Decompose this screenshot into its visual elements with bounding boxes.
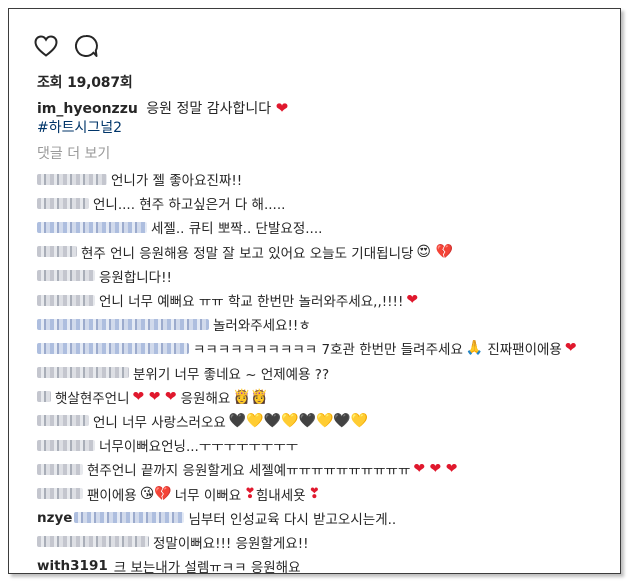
comment-item: 정말이뻐요!!! 응원할게요!! (37, 530, 617, 554)
comment-item: ㅋㅋㅋㅋㅋㅋㅋㅋㅋㅋ 7호관 한번만 들려주세요 🙏 진짜팬이에용 ❤ (37, 336, 617, 360)
heart-exclamation-icon: ❣ (244, 485, 256, 502)
view-count-value: 19,087회 (67, 75, 133, 91)
comment-text: 언니 너무 사랑스러오요 (93, 414, 226, 431)
comment-text: 현주언니 끝까지 응원할게요 세젤예ㅠㅠㅠㅠㅠㅠㅠㅠㅠㅠ (87, 463, 411, 480)
caption-text: 응원 정말 감사합니다 (146, 101, 272, 117)
post-caption: im_hyeonzzu 응원 정말 감사합니다 ❤ (37, 99, 288, 118)
blurred-username[interactable] (37, 318, 209, 330)
comment-item: 놀러와주세요!!ㅎ (37, 312, 617, 336)
heart-eyes-emoji-icon: 😍 💔 (416, 243, 453, 260)
post-frame: 조회 19,087회 im_hyeonzzu 응원 정말 감사합니다 ❤ #하트… (8, 8, 621, 576)
blurred-username[interactable] (37, 342, 189, 354)
red-hearts-icon: ❤ ❤ ❤ (132, 388, 177, 405)
blurred-username[interactable] (37, 270, 95, 282)
blurred-username[interactable] (37, 536, 149, 548)
red-heart-icon: ❤ (564, 340, 577, 357)
black-yellow-hearts-icon: 🖤💛🖤💛🖤💛🖤💛 (228, 412, 369, 429)
comment-text-2: 너무 이뻐요 (174, 487, 242, 504)
comment-text-2: 진짜팬이에용 (487, 342, 562, 359)
blurred-username[interactable] (74, 512, 185, 524)
comment-item: 팬이에용 😘💔 너무 이뻐요 ❣ 힘내세욧 ❣ (37, 481, 617, 505)
heart-exclamation-icon: ❣ (308, 485, 321, 502)
comment-item: 언니 너무 사랑스러오요 🖤💛🖤💛🖤💛🖤💛 (37, 409, 617, 433)
blurred-username[interactable] (37, 488, 83, 500)
comment-item: 세젤.. 큐티 뽀짝.. 단발요정.... (37, 215, 617, 239)
view-more-comments-link[interactable]: 댓글 더 보기 (37, 143, 110, 163)
comment-username[interactable]: with3191 (37, 558, 108, 574)
comment-item: 햇살현주언니 ❤ ❤ ❤ 응원해요 👸👸 (37, 385, 617, 409)
red-heart-icon: ❤ (406, 292, 419, 309)
comment-text-2: 응원해요 (180, 390, 231, 407)
comment-item: 응원합니다!! (37, 264, 617, 288)
comment-text: 놀러와주세요!!ㅎ (213, 318, 311, 335)
hashtag-link[interactable]: #하트시그널2 (37, 117, 122, 137)
comment-text: 님부터 인성교육 다시 받고오시는게.. (188, 511, 397, 528)
comment-text: 언니 너무 예뻐요 ㅠㅠ 학교 한번만 놀러와주세요,,!!!! (99, 294, 404, 311)
blurred-username[interactable] (37, 197, 89, 209)
comment-item: 분위기 너무 좋네요 ~ 언제예용 ?? (37, 361, 617, 385)
comment-text: 세젤.. 큐티 뽀짝.. 단발요정.... (151, 221, 323, 238)
comment-item: 언니 너무 예뻐요 ㅠㅠ 학교 한번만 놀러와주세요,,!!!! ❤ (37, 288, 617, 312)
comment-text: 정말이뻐요!!! 응원할게요!! (153, 535, 309, 552)
post-actions (33, 33, 99, 59)
comment-item: 현주 언니 응원해용 정말 잘 보고 있어요 오늘도 기대됩니당 😍 💔 (37, 240, 617, 264)
blurred-username[interactable] (37, 439, 95, 451)
blurred-username[interactable] (37, 391, 51, 403)
kiss-emoji-icon: 😘💔 (139, 485, 172, 502)
comment-text: 팬이에용 (87, 487, 137, 504)
comment-text: 분위기 너무 좋네요 ~ 언제예용 ?? (133, 366, 330, 383)
comment-text-3: 힘내세욧 (255, 487, 306, 504)
comment-item: 너무이뻐요언닝...ㅜㅜㅜㅜㅜㅜㅜㅜ (37, 433, 617, 457)
comment-text: 너무이뻐요언닝...ㅜㅜㅜㅜㅜㅜㅜㅜ (99, 439, 299, 456)
comment-text: ㅋㅋㅋㅋㅋㅋㅋㅋㅋㅋ 7호관 한번만 들려주세요 (193, 342, 463, 359)
blurred-username[interactable] (37, 173, 107, 185)
heart-outline-icon[interactable] (33, 33, 59, 59)
comment-item: 현주언니 끝까지 응원할게요 세젤예ㅠㅠㅠㅠㅠㅠㅠㅠㅠㅠ ❤ ❤ ❤ (37, 457, 617, 481)
view-count: 조회 19,087회 (37, 72, 133, 92)
comment-username[interactable]: nzye (37, 510, 72, 526)
comment-text: 언니가 젤 좋아요진짜!! (111, 173, 243, 190)
red-heart-icon: ❤ (275, 99, 289, 117)
red-hearts-icon: ❤ ❤ ❤ (413, 461, 458, 478)
comment-item: 언니.... 현주 하고싶은거 다 해..... (37, 191, 617, 215)
comment-text: 현주 언니 응원해용 정말 잘 보고 있어요 오늘도 기대됩니당 (81, 245, 414, 262)
comment-bubble-icon[interactable] (73, 33, 99, 59)
comment-item: with3191 크 보는내가 설렘ㅠㅋㅋ 응원해요 (37, 554, 617, 578)
comment-text: 크 보는내가 설렘ㅠㅋㅋ 응원해요 (113, 560, 301, 577)
comment-text: 응원합니다!! (99, 269, 172, 286)
blurred-username[interactable] (37, 463, 83, 475)
blurred-username[interactable] (37, 367, 129, 379)
praying-hands-icon: 🙏 (465, 340, 484, 357)
comment-text: 햇살현주언니 (55, 390, 130, 407)
comment-text: 언니.... 현주 하고싶은거 다 해..... (93, 197, 286, 214)
caption-username[interactable]: im_hyeonzzu (37, 101, 138, 117)
blurred-username[interactable] (37, 415, 89, 427)
comment-list: 언니가 젤 좋아요진짜!! 언니.... 현주 하고싶은거 다 해..... 세… (37, 167, 617, 578)
blurred-username[interactable] (37, 294, 95, 306)
princess-emoji-icon: 👸👸 (233, 388, 269, 405)
blurred-username[interactable] (37, 221, 147, 233)
comment-item: 언니가 젤 좋아요진짜!! (37, 167, 617, 191)
view-count-label: 조회 (37, 75, 63, 91)
blurred-username[interactable] (37, 246, 77, 258)
comment-item: nzye 님부터 인성교육 다시 받고오시는게.. (37, 506, 617, 530)
